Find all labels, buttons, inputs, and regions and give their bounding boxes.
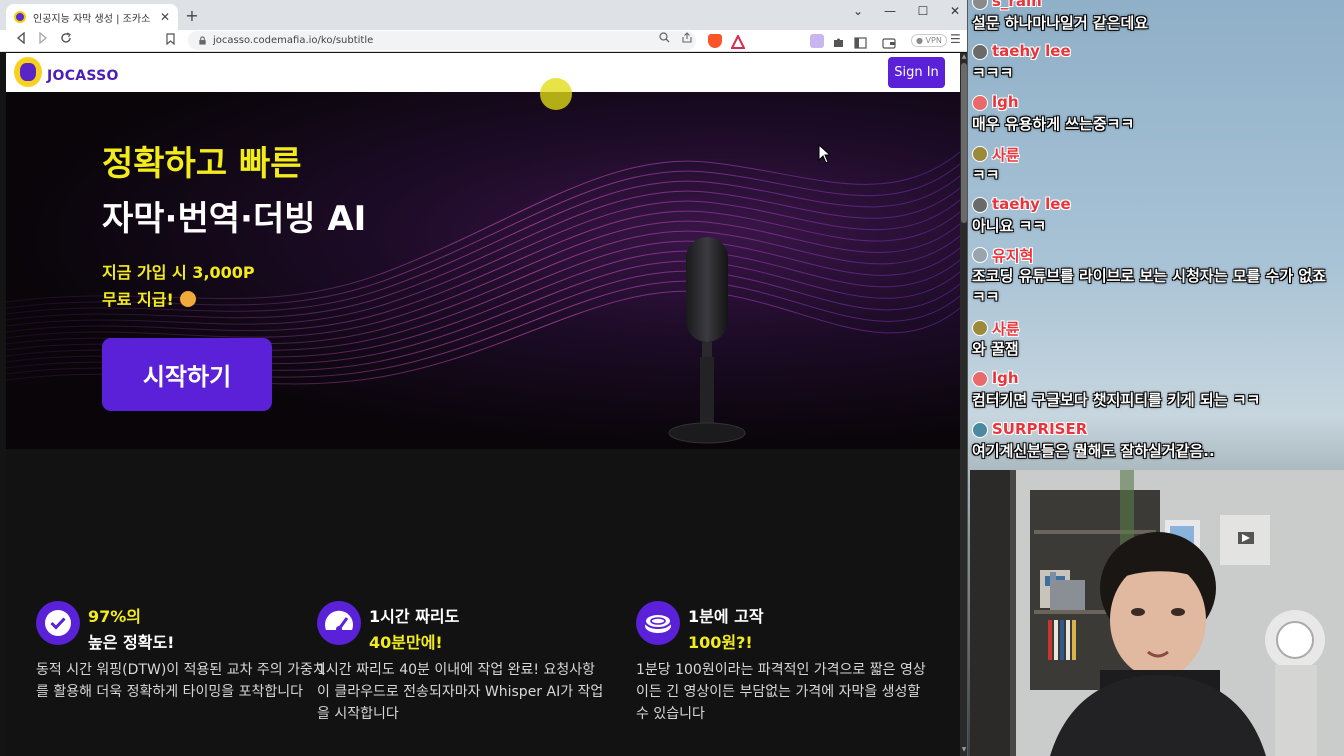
brave-rewards-icon[interactable]: [730, 33, 746, 49]
check-circle-icon: [36, 601, 80, 645]
share-icon[interactable]: [681, 32, 693, 46]
logo-text[interactable]: JOCASSO: [47, 68, 119, 84]
speedometer-icon: [317, 601, 361, 645]
feature-title-2: 100원?!: [688, 633, 753, 652]
avatar: [972, 44, 988, 60]
tab-jocasso[interactable]: 인공지능 자막 생성 | 조카소 ✕: [6, 4, 178, 30]
avatar: [972, 0, 988, 10]
chat-username: taehy lee: [992, 42, 1071, 60]
site-header: JOCASSO Sign In: [6, 53, 960, 92]
maximize-button[interactable]: ☐: [913, 4, 933, 18]
chat-username: 사륜: [992, 146, 1020, 164]
feature-title-1: 97%의: [88, 607, 142, 626]
feature-title-1: 1분에 고작: [688, 607, 764, 626]
webcam-feed: [970, 470, 1344, 756]
bookmark-icon: [166, 33, 175, 46]
avatar: [972, 247, 988, 263]
scroll-thumb[interactable]: [961, 63, 967, 223]
chat-username: 사륜: [992, 320, 1020, 338]
close-window-button[interactable]: ✕: [945, 4, 965, 18]
hero-section: 정확하고 빠른 자막·번역·더빙 AI 지금 가입 시 3,000P 무료 지급…: [6, 92, 960, 449]
sidebar-icon[interactable]: [854, 34, 868, 49]
promo-line-2: 무료 지급!: [102, 286, 196, 310]
promo-line-1: 지금 가입 시 3,000P: [102, 263, 255, 282]
chat-text: 컴터키면 구글보다 챗지피티를 키게 되는 ㅋㅋ: [972, 391, 1261, 409]
address-bar[interactable]: jocasso.codemafia.io/ko/subtitle: [188, 31, 696, 50]
reload-button[interactable]: [58, 32, 74, 47]
web-page: JOCASSO Sign In 정확하고 빠른 자막·번역·더빙 AI 지금 가…: [6, 53, 960, 756]
cursor-highlight: [540, 78, 572, 110]
wallet-icon[interactable]: [882, 34, 896, 49]
brave-shield-icon[interactable]: [708, 34, 722, 48]
feature-description: 1분당 100원이라는 파격적인 가격으로 짧은 영상이든 긴 영상이든 부담없…: [636, 662, 926, 722]
reload-icon: [61, 32, 71, 43]
browser-toolbar: jocasso.codemafia.io/ko/subtitle ● VPN ☰: [0, 30, 967, 52]
avatar: [972, 320, 988, 336]
minimize-button[interactable]: —: [880, 4, 900, 18]
feature-title-1: 1시간 짜리도: [369, 607, 460, 626]
browser-menu-icon[interactable]: ☰: [950, 32, 961, 46]
avatar: [972, 422, 988, 438]
live-chat-overlay: s_rain 설문 하나마나일거 같은데요 taehy lee ㅋㅋㅋ lgh …: [968, 0, 1344, 470]
chat-text: ㅋㅋ: [972, 166, 1000, 184]
start-button[interactable]: 시작하기: [102, 338, 272, 411]
chat-username: taehy lee: [992, 195, 1071, 213]
tab-bar: 인공지능 자막 생성 | 조카소 ✕ + ⌄ — ☐ ✕: [0, 0, 967, 30]
webcam-scene: [970, 470, 1344, 756]
chat-username: SURPRISER: [992, 420, 1088, 438]
screen: 인공지능 자막 생성 | 조카소 ✕ + ⌄ — ☐ ✕ jocasso.cod…: [0, 0, 1344, 756]
sign-in-button[interactable]: Sign In: [888, 57, 945, 88]
chat-text: 와 꿀잼: [972, 340, 1019, 358]
hero-headline-2: 자막·번역·더빙 AI: [102, 199, 367, 239]
mouse-pointer-icon: [818, 144, 832, 164]
page-scrollbar[interactable]: ▲ ▼: [960, 53, 967, 756]
extension-icon[interactable]: [810, 34, 824, 48]
feature-description: 동적 시간 워핑(DTW)이 적용된 교차 주의 가중치를 활용해 더욱 정확하…: [36, 662, 326, 700]
new-tab-button[interactable]: +: [184, 6, 200, 25]
hugging-face-emoji-icon: [179, 291, 196, 307]
bookmark-button[interactable]: [166, 33, 175, 48]
chat-text: 매우 유용하게 쓰는중ㅋㅋ: [972, 115, 1135, 133]
chat-text: 아니요 ㅋㅋ: [972, 217, 1047, 235]
chat-text: 조코딩 유튜브를 라이브로 보는 시청자는 모를 수가 없죠 ㅋㅋ: [972, 267, 1326, 306]
promo-line-2-text: 무료 지급!: [102, 290, 174, 309]
zoom-icon[interactable]: [659, 32, 670, 46]
favicon-icon: [14, 11, 26, 23]
scroll-down-icon[interactable]: ▼: [960, 746, 967, 754]
avatar: [972, 197, 988, 213]
feature-description: 1시간 짜리도 40분 이내에 작업 완료! 요청사항이 클라우드로 전송되자마…: [317, 662, 604, 722]
feature-title-2: 40분만에!: [369, 633, 443, 652]
chat-text: 설문 하나마나일거 같은데요: [972, 14, 1149, 32]
chat-text: 여기계신분들은 뭘해도 잘하실거같음..: [972, 442, 1215, 460]
feature-title-2: 높은 정확도!: [88, 633, 175, 652]
vpn-button[interactable]: ● VPN: [911, 34, 947, 47]
chat-username: s_rain: [992, 0, 1042, 10]
microphone-icon: [668, 237, 746, 444]
avatar: [972, 95, 988, 111]
hero-headline-1: 정확하고 빠른: [102, 144, 302, 184]
tab-search-icon[interactable]: ⌄: [848, 4, 868, 18]
scroll-up-icon[interactable]: ▲: [960, 53, 967, 61]
back-button[interactable]: [13, 31, 29, 47]
tab-title: 인공지능 자막 생성 | 조카소: [33, 13, 151, 25]
browser-window: 인공지능 자막 생성 | 조카소 ✕ + ⌄ — ☐ ✕ jocasso.cod…: [0, 0, 968, 756]
chat-username: 유지혁: [992, 247, 1034, 265]
chat-text: ㅋㅋㅋ: [972, 64, 1014, 82]
lock-icon: [199, 36, 206, 45]
avatar: [972, 146, 988, 162]
coin-icon: [636, 601, 680, 645]
forward-button[interactable]: [35, 31, 51, 47]
tab-close-icon[interactable]: ✕: [160, 10, 170, 24]
jocasso-logo-icon[interactable]: [14, 57, 42, 87]
avatar: [972, 371, 988, 387]
puzzle-icon[interactable]: [832, 34, 846, 48]
url-text: jocasso.codemafia.io/ko/subtitle: [213, 35, 374, 46]
chat-username: lgh: [992, 369, 1019, 387]
back-icon: [16, 31, 25, 45]
forward-icon: [39, 31, 48, 45]
chat-username: lgh: [992, 93, 1019, 111]
